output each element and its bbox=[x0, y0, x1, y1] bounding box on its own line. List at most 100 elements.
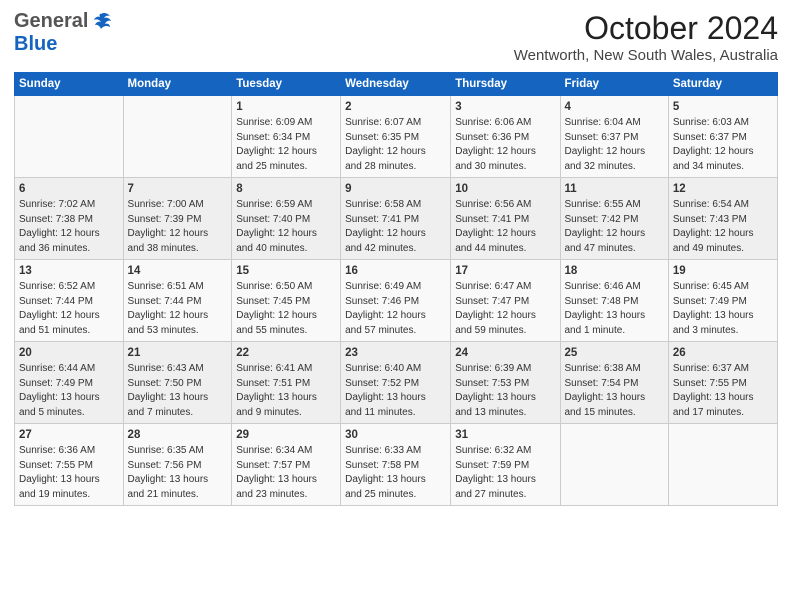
day-info: Sunrise: 6:50 AM Sunset: 7:45 PM Dayligh… bbox=[236, 280, 336, 338]
day-number: 30 bbox=[345, 427, 446, 443]
table-row bbox=[15, 96, 124, 178]
day-info: Sunrise: 7:02 AM Sunset: 7:38 PM Dayligh… bbox=[19, 198, 119, 256]
day-info: Sunrise: 6:38 AM Sunset: 7:54 PM Dayligh… bbox=[565, 362, 664, 420]
table-row: 2Sunrise: 6:07 AM Sunset: 6:35 PM Daylig… bbox=[341, 96, 451, 178]
day-info: Sunrise: 7:00 AM Sunset: 7:39 PM Dayligh… bbox=[128, 198, 228, 256]
day-number: 26 bbox=[673, 345, 773, 361]
day-number: 12 bbox=[673, 181, 773, 197]
table-row: 29Sunrise: 6:34 AM Sunset: 7:57 PM Dayli… bbox=[232, 424, 341, 506]
day-info: Sunrise: 6:52 AM Sunset: 7:44 PM Dayligh… bbox=[19, 280, 119, 338]
table-row: 31Sunrise: 6:32 AM Sunset: 7:59 PM Dayli… bbox=[451, 424, 560, 506]
day-info: Sunrise: 6:03 AM Sunset: 6:37 PM Dayligh… bbox=[673, 116, 773, 174]
day-number: 11 bbox=[565, 181, 664, 197]
table-row bbox=[668, 424, 777, 506]
col-wednesday: Wednesday bbox=[341, 73, 451, 96]
table-row: 7Sunrise: 7:00 AM Sunset: 7:39 PM Daylig… bbox=[123, 178, 232, 260]
day-number: 13 bbox=[19, 263, 119, 279]
day-info: Sunrise: 6:04 AM Sunset: 6:37 PM Dayligh… bbox=[565, 116, 664, 174]
logo-bird-icon bbox=[90, 11, 112, 33]
col-monday: Monday bbox=[123, 73, 232, 96]
table-row: 3Sunrise: 6:06 AM Sunset: 6:36 PM Daylig… bbox=[451, 96, 560, 178]
day-info: Sunrise: 6:51 AM Sunset: 7:44 PM Dayligh… bbox=[128, 280, 228, 338]
day-info: Sunrise: 6:32 AM Sunset: 7:59 PM Dayligh… bbox=[455, 444, 555, 502]
day-info: Sunrise: 6:33 AM Sunset: 7:58 PM Dayligh… bbox=[345, 444, 446, 502]
table-row: 18Sunrise: 6:46 AM Sunset: 7:48 PM Dayli… bbox=[560, 260, 668, 342]
day-number: 17 bbox=[455, 263, 555, 279]
day-info: Sunrise: 6:36 AM Sunset: 7:55 PM Dayligh… bbox=[19, 444, 119, 502]
day-number: 2 bbox=[345, 99, 446, 115]
table-row: 25Sunrise: 6:38 AM Sunset: 7:54 PM Dayli… bbox=[560, 342, 668, 424]
day-number: 4 bbox=[565, 99, 664, 115]
day-number: 27 bbox=[19, 427, 119, 443]
day-number: 22 bbox=[236, 345, 336, 361]
table-row: 16Sunrise: 6:49 AM Sunset: 7:46 PM Dayli… bbox=[341, 260, 451, 342]
day-info: Sunrise: 6:35 AM Sunset: 7:56 PM Dayligh… bbox=[128, 444, 228, 502]
day-number: 23 bbox=[345, 345, 446, 361]
day-info: Sunrise: 6:54 AM Sunset: 7:43 PM Dayligh… bbox=[673, 198, 773, 256]
day-info: Sunrise: 6:37 AM Sunset: 7:55 PM Dayligh… bbox=[673, 362, 773, 420]
day-info: Sunrise: 6:47 AM Sunset: 7:47 PM Dayligh… bbox=[455, 280, 555, 338]
day-number: 5 bbox=[673, 99, 773, 115]
day-number: 16 bbox=[345, 263, 446, 279]
day-info: Sunrise: 6:40 AM Sunset: 7:52 PM Dayligh… bbox=[345, 362, 446, 420]
table-row: 12Sunrise: 6:54 AM Sunset: 7:43 PM Dayli… bbox=[668, 178, 777, 260]
day-info: Sunrise: 6:43 AM Sunset: 7:50 PM Dayligh… bbox=[128, 362, 228, 420]
day-number: 10 bbox=[455, 181, 555, 197]
table-row: 27Sunrise: 6:36 AM Sunset: 7:55 PM Dayli… bbox=[15, 424, 124, 506]
day-number: 21 bbox=[128, 345, 228, 361]
calendar-title: October 2024 bbox=[514, 10, 778, 47]
day-info: Sunrise: 6:46 AM Sunset: 7:48 PM Dayligh… bbox=[565, 280, 664, 338]
table-row: 13Sunrise: 6:52 AM Sunset: 7:44 PM Dayli… bbox=[15, 260, 124, 342]
logo: General Blue bbox=[14, 10, 112, 56]
table-row: 19Sunrise: 6:45 AM Sunset: 7:49 PM Dayli… bbox=[668, 260, 777, 342]
title-area: October 2024 Wentworth, New South Wales,… bbox=[514, 10, 778, 64]
logo-blue-text: Blue bbox=[14, 33, 57, 56]
table-row: 28Sunrise: 6:35 AM Sunset: 7:56 PM Dayli… bbox=[123, 424, 232, 506]
day-number: 1 bbox=[236, 99, 336, 115]
day-number: 7 bbox=[128, 181, 228, 197]
table-row: 20Sunrise: 6:44 AM Sunset: 7:49 PM Dayli… bbox=[15, 342, 124, 424]
day-number: 15 bbox=[236, 263, 336, 279]
day-number: 8 bbox=[236, 181, 336, 197]
day-number: 25 bbox=[565, 345, 664, 361]
calendar-body: 1Sunrise: 6:09 AM Sunset: 6:34 PM Daylig… bbox=[15, 96, 778, 506]
table-row: 11Sunrise: 6:55 AM Sunset: 7:42 PM Dayli… bbox=[560, 178, 668, 260]
col-thursday: Thursday bbox=[451, 73, 560, 96]
col-friday: Friday bbox=[560, 73, 668, 96]
day-info: Sunrise: 6:07 AM Sunset: 6:35 PM Dayligh… bbox=[345, 116, 446, 174]
day-info: Sunrise: 6:45 AM Sunset: 7:49 PM Dayligh… bbox=[673, 280, 773, 338]
day-info: Sunrise: 6:06 AM Sunset: 6:36 PM Dayligh… bbox=[455, 116, 555, 174]
table-row: 14Sunrise: 6:51 AM Sunset: 7:44 PM Dayli… bbox=[123, 260, 232, 342]
day-number: 9 bbox=[345, 181, 446, 197]
logo-general-text: General bbox=[14, 10, 88, 33]
day-number: 18 bbox=[565, 263, 664, 279]
table-row: 4Sunrise: 6:04 AM Sunset: 6:37 PM Daylig… bbox=[560, 96, 668, 178]
day-number: 14 bbox=[128, 263, 228, 279]
day-number: 28 bbox=[128, 427, 228, 443]
calendar-header: Sunday Monday Tuesday Wednesday Thursday… bbox=[15, 73, 778, 96]
day-number: 3 bbox=[455, 99, 555, 115]
table-row: 21Sunrise: 6:43 AM Sunset: 7:50 PM Dayli… bbox=[123, 342, 232, 424]
table-row: 1Sunrise: 6:09 AM Sunset: 6:34 PM Daylig… bbox=[232, 96, 341, 178]
day-info: Sunrise: 6:56 AM Sunset: 7:41 PM Dayligh… bbox=[455, 198, 555, 256]
day-info: Sunrise: 6:44 AM Sunset: 7:49 PM Dayligh… bbox=[19, 362, 119, 420]
col-sunday: Sunday bbox=[15, 73, 124, 96]
table-row: 10Sunrise: 6:56 AM Sunset: 7:41 PM Dayli… bbox=[451, 178, 560, 260]
table-row: 5Sunrise: 6:03 AM Sunset: 6:37 PM Daylig… bbox=[668, 96, 777, 178]
table-row: 22Sunrise: 6:41 AM Sunset: 7:51 PM Dayli… bbox=[232, 342, 341, 424]
table-row: 24Sunrise: 6:39 AM Sunset: 7:53 PM Dayli… bbox=[451, 342, 560, 424]
table-row: 17Sunrise: 6:47 AM Sunset: 7:47 PM Dayli… bbox=[451, 260, 560, 342]
calendar-subtitle: Wentworth, New South Wales, Australia bbox=[514, 47, 778, 64]
day-info: Sunrise: 6:39 AM Sunset: 7:53 PM Dayligh… bbox=[455, 362, 555, 420]
table-row bbox=[123, 96, 232, 178]
day-number: 29 bbox=[236, 427, 336, 443]
table-row: 8Sunrise: 6:59 AM Sunset: 7:40 PM Daylig… bbox=[232, 178, 341, 260]
table-row: 30Sunrise: 6:33 AM Sunset: 7:58 PM Dayli… bbox=[341, 424, 451, 506]
day-info: Sunrise: 6:41 AM Sunset: 7:51 PM Dayligh… bbox=[236, 362, 336, 420]
day-number: 20 bbox=[19, 345, 119, 361]
page: General Blue October 2024 Wentworth, New… bbox=[0, 0, 792, 612]
day-info: Sunrise: 6:34 AM Sunset: 7:57 PM Dayligh… bbox=[236, 444, 336, 502]
table-row: 6Sunrise: 7:02 AM Sunset: 7:38 PM Daylig… bbox=[15, 178, 124, 260]
day-info: Sunrise: 6:58 AM Sunset: 7:41 PM Dayligh… bbox=[345, 198, 446, 256]
day-info: Sunrise: 6:49 AM Sunset: 7:46 PM Dayligh… bbox=[345, 280, 446, 338]
